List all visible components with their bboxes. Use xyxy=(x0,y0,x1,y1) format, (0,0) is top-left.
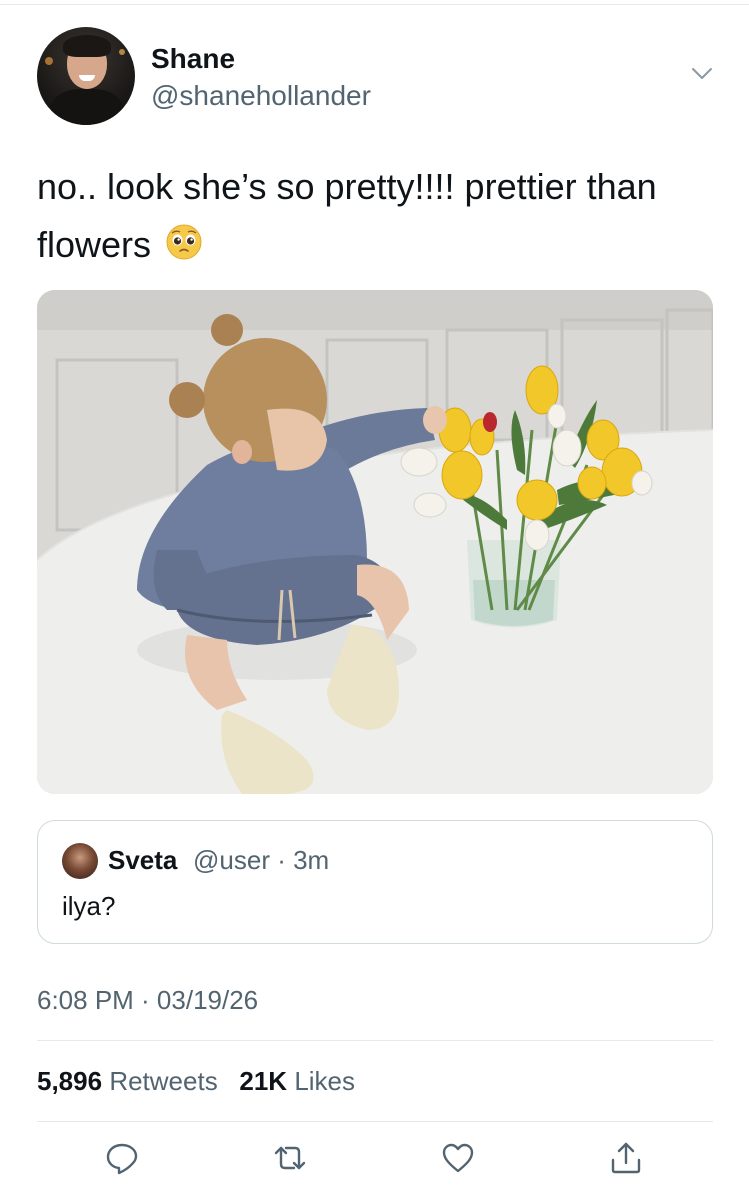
top-divider xyxy=(0,4,749,5)
author-handle[interactable]: @shanehollander xyxy=(151,80,371,112)
quoted-author-name: Sveta xyxy=(108,845,178,875)
author-avatar[interactable] xyxy=(37,27,135,125)
likes-label: Likes xyxy=(294,1066,356,1096)
quoted-author-handle: @user · 3m xyxy=(193,845,329,876)
quoted-tweet[interactable]: Sveta @user · 3m ilya? xyxy=(37,820,713,944)
photo-illustration xyxy=(37,290,713,794)
tweet-photo[interactable] xyxy=(37,290,713,794)
tweet-text: no.. look she’s so pretty!!!! prettier t… xyxy=(37,158,727,274)
chevron-down-icon[interactable] xyxy=(690,66,714,82)
divider xyxy=(37,1121,713,1122)
likes-count: 21K xyxy=(239,1066,288,1096)
avatar-body xyxy=(51,89,123,125)
share-icon[interactable] xyxy=(608,1140,644,1176)
retweets-label: Retweets xyxy=(109,1066,218,1096)
action-bar xyxy=(0,1140,749,1180)
reply-icon[interactable] xyxy=(104,1140,140,1176)
tweet-stats: 5,896 Retweets 21K Likes xyxy=(37,1066,355,1097)
avatar-light xyxy=(119,49,125,55)
retweet-icon[interactable] xyxy=(272,1140,308,1176)
author-name[interactable]: Shane xyxy=(151,43,235,75)
quoted-text: ilya? xyxy=(62,891,116,921)
quoted-avatar[interactable] xyxy=(62,843,98,879)
avatar-hair xyxy=(63,35,111,57)
avatar-light xyxy=(45,57,53,65)
retweets-stat[interactable]: 5,896 Retweets xyxy=(37,1066,218,1096)
divider xyxy=(37,1040,713,1041)
quoted-time: · 3m xyxy=(277,845,330,875)
likes-stat[interactable]: 21K Likes xyxy=(239,1066,355,1096)
quoted-handle-text: @user xyxy=(193,845,270,875)
retweets-count: 5,896 xyxy=(37,1066,103,1096)
tweet-body: no.. look she’s so pretty!!!! prettier t… xyxy=(37,166,657,265)
pleading-face-icon xyxy=(166,224,202,260)
tweet-timestamp[interactable]: 6:08 PM · 03/19/26 xyxy=(37,985,258,1016)
like-icon[interactable] xyxy=(440,1140,476,1176)
